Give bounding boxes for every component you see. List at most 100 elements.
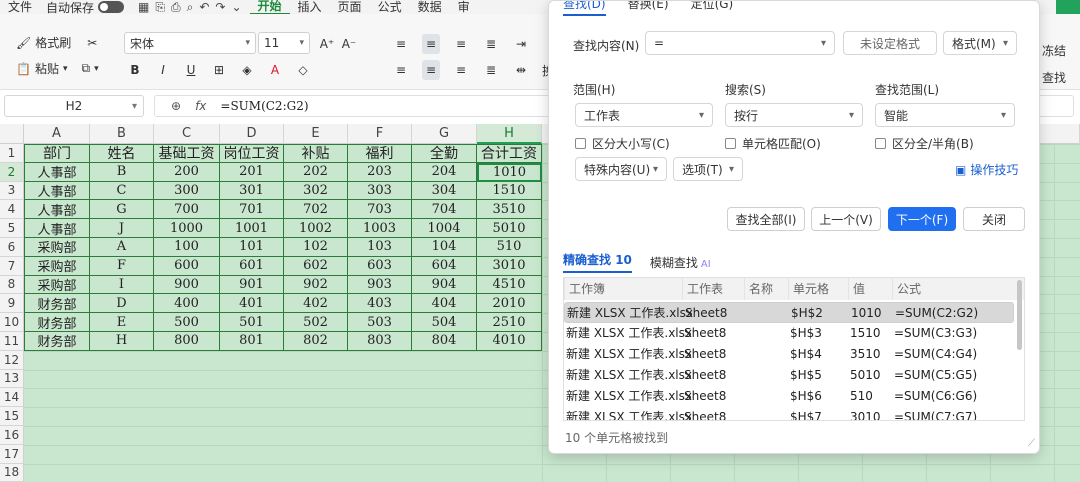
cell-g5[interactable]: 1004 bbox=[412, 219, 477, 238]
cell-d10[interactable]: 501 bbox=[220, 313, 284, 332]
row-header-2[interactable]: 2 bbox=[0, 162, 24, 182]
cell-f5[interactable]: 1003 bbox=[348, 219, 412, 238]
row-header-12[interactable]: 12 bbox=[0, 350, 24, 370]
row-header-5[interactable]: 5 bbox=[0, 219, 24, 238]
results-column-header[interactable]: 工作簿 bbox=[564, 278, 605, 300]
cell-f2[interactable]: 203 bbox=[348, 162, 412, 182]
find-input[interactable]: = ▾ bbox=[645, 31, 835, 55]
cell-b8[interactable]: I bbox=[90, 275, 154, 295]
menu-file[interactable]: 文件 bbox=[0, 0, 40, 14]
cell-f1[interactable]: 福利 bbox=[348, 144, 412, 163]
row-header-7[interactable]: 7 bbox=[0, 256, 24, 276]
cell-d9[interactable]: 401 bbox=[220, 294, 284, 314]
row-header-17[interactable]: 17 bbox=[0, 444, 24, 464]
cell-c7[interactable]: 600 bbox=[154, 256, 220, 276]
column-header-e[interactable]: E bbox=[284, 124, 348, 144]
row-header-11[interactable]: 11 bbox=[0, 332, 24, 351]
cell-c8[interactable]: 900 bbox=[154, 275, 220, 295]
cell-b1[interactable]: 姓名 bbox=[90, 144, 154, 163]
cell-g4[interactable]: 704 bbox=[412, 200, 477, 220]
cell-a9[interactable]: 财务部 bbox=[24, 294, 90, 314]
cell-e10[interactable]: 502 bbox=[284, 313, 348, 332]
cell-b2[interactable]: B bbox=[90, 162, 154, 182]
results-column-header[interactable]: 公式 bbox=[892, 278, 921, 300]
cell-e6[interactable]: 102 bbox=[284, 238, 348, 257]
cell-d11[interactable]: 801 bbox=[220, 332, 284, 351]
cell-b4[interactable]: G bbox=[90, 200, 154, 220]
row-header-4[interactable]: 4 bbox=[0, 200, 24, 220]
options-button[interactable]: 选项(T) ▾ bbox=[673, 157, 743, 181]
tab-review[interactable]: 审 bbox=[450, 0, 478, 14]
row-header-15[interactable]: 15 bbox=[0, 407, 24, 426]
font-color-icon[interactable]: A bbox=[266, 60, 284, 80]
row-header-18[interactable]: 18 bbox=[0, 463, 24, 482]
cell-f9[interactable]: 403 bbox=[348, 294, 412, 314]
cell-h6[interactable]: 510 bbox=[477, 238, 542, 257]
bold-icon[interactable]: B bbox=[126, 60, 144, 80]
result-row[interactable]: 新建 XLSX 工作表.xlsx Sheet8 $H$3 1510 =SUM(C3:G3… bbox=[564, 323, 1014, 344]
cell-b11[interactable]: H bbox=[90, 332, 154, 351]
autosave-toggle[interactable] bbox=[98, 1, 125, 13]
cell-e4[interactable]: 702 bbox=[284, 200, 348, 220]
align-middle-icon[interactable]: ≡ bbox=[422, 34, 440, 54]
tab-exact-find[interactable]: 精确查找 10 bbox=[563, 251, 632, 273]
cell-e2[interactable]: 202 bbox=[284, 162, 348, 182]
orientation-icon[interactable]: ≣ bbox=[482, 34, 500, 54]
cell-g9[interactable]: 404 bbox=[412, 294, 477, 314]
cell-e3[interactable]: 302 bbox=[284, 181, 348, 201]
results-table[interactable]: 工作簿 工作表 名称 单元格值公式 新建 XLSX 工作表.xlsx Sheet8 $H$… bbox=[563, 277, 1025, 421]
tab-goto[interactable]: 定位(G) bbox=[691, 1, 734, 16]
tab-replace[interactable]: 替换(E) bbox=[628, 1, 669, 16]
cell-c11[interactable]: 800 bbox=[154, 332, 220, 351]
cell-g8[interactable]: 904 bbox=[412, 275, 477, 295]
cell-h11[interactable]: 4010 bbox=[477, 332, 542, 351]
cell-c5[interactable]: 1000 bbox=[154, 219, 220, 238]
save-icon[interactable]: ▦ bbox=[138, 0, 149, 14]
font-size-select[interactable]: 11 ▾ bbox=[258, 32, 310, 54]
cell-b5[interactable]: J bbox=[90, 219, 154, 238]
cell-a3[interactable]: 人事部 bbox=[24, 181, 90, 201]
cell-a10[interactable]: 财务部 bbox=[24, 313, 90, 332]
row-header-9[interactable]: 9 bbox=[0, 294, 24, 314]
cell-d7[interactable]: 601 bbox=[220, 256, 284, 276]
column-header-d[interactable]: D bbox=[220, 124, 284, 144]
cell-a11[interactable]: 财务部 bbox=[24, 332, 90, 351]
cell-f3[interactable]: 303 bbox=[348, 181, 412, 201]
cell-h8[interactable]: 4510 bbox=[477, 275, 542, 295]
cell-e7[interactable]: 602 bbox=[284, 256, 348, 276]
find-prev-button[interactable]: 上一个(V) bbox=[811, 207, 881, 231]
clear-format-icon[interactable]: ◇ bbox=[294, 60, 312, 80]
indent-icon[interactable]: ⇥ bbox=[512, 34, 530, 54]
format-button[interactable]: 格式(M) ▾ bbox=[943, 31, 1017, 55]
cell-c3[interactable]: 300 bbox=[154, 181, 220, 201]
zoom-icon[interactable]: ⊕ bbox=[171, 99, 181, 113]
lookin-select[interactable]: 智能 ▾ bbox=[875, 103, 1015, 127]
row-header-1[interactable]: 1 bbox=[0, 144, 24, 163]
cell-h1[interactable]: 合计工资 bbox=[477, 144, 542, 163]
results-scrollbar[interactable] bbox=[1017, 280, 1022, 350]
more-icon[interactable]: ⌄ bbox=[231, 0, 241, 14]
cell-g10[interactable]: 504 bbox=[412, 313, 477, 332]
cell-f11[interactable]: 803 bbox=[348, 332, 412, 351]
cell-d2[interactable]: 201 bbox=[220, 162, 284, 182]
share-button[interactable] bbox=[1056, 0, 1080, 14]
align-center-icon[interactable]: ≡ bbox=[422, 60, 440, 80]
undo-icon[interactable]: ↶ bbox=[199, 0, 209, 14]
cell-c10[interactable]: 500 bbox=[154, 313, 220, 332]
column-header-b[interactable]: B bbox=[90, 124, 154, 144]
cell-a5[interactable]: 人事部 bbox=[24, 219, 90, 238]
result-row[interactable]: 新建 XLSX 工作表.xlsx Sheet8 $H$6 510 =SUM(C6:G6) bbox=[564, 386, 1014, 407]
row-header-3[interactable]: 3 bbox=[0, 181, 24, 201]
paste-group[interactable]: 📋 粘贴 ▾ ⧉ ▾ bbox=[16, 60, 99, 77]
cell-a1[interactable]: 部门 bbox=[24, 144, 90, 163]
match-width-checkbox[interactable]: 区分全/半角(B) bbox=[875, 135, 974, 152]
redo-icon[interactable]: ↷ bbox=[215, 0, 225, 14]
cell-f6[interactable]: 103 bbox=[348, 238, 412, 257]
match-case-checkbox[interactable]: 区分大小写(C) bbox=[575, 135, 670, 152]
increase-font-icon[interactable]: A⁺ bbox=[318, 34, 336, 54]
column-header-g[interactable]: G bbox=[412, 124, 477, 144]
cell-d5[interactable]: 1001 bbox=[220, 219, 284, 238]
cell-g3[interactable]: 304 bbox=[412, 181, 477, 201]
cell-e11[interactable]: 802 bbox=[284, 332, 348, 351]
print-icon[interactable]: ⎙ bbox=[171, 0, 181, 14]
